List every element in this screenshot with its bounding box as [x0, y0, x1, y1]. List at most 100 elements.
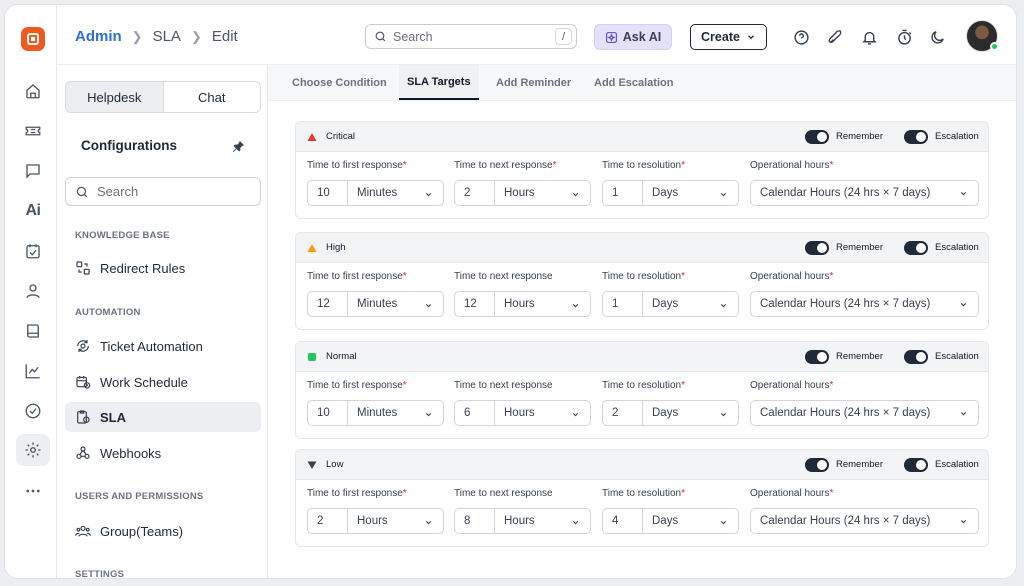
first-duration-control: 10 Minutes [307, 180, 444, 206]
check-circle-icon[interactable] [16, 395, 50, 427]
priority-fields: Time to first response* 10 Minutes Time to … [296, 152, 988, 218]
first-value-input[interactable]: 2 [308, 509, 348, 533]
resolution-unit-select[interactable]: Days [643, 401, 738, 425]
priority-low-icon [307, 461, 317, 469]
section-automation: AUTOMATION [75, 307, 141, 318]
remember-label: Remember [836, 351, 883, 362]
next-value-input[interactable]: 6 [455, 401, 495, 425]
global-search-input[interactable]: Search / [365, 24, 577, 49]
tab-add-escalation[interactable]: Add Escalation [594, 65, 673, 100]
remember-label: Remember [836, 242, 883, 253]
next-unit-select[interactable]: Hours [495, 401, 590, 425]
next-unit-select[interactable]: Hours [495, 292, 590, 316]
app-logo[interactable] [21, 27, 45, 51]
breadcrumb-sla[interactable]: SLA [153, 28, 181, 45]
first-unit-select[interactable]: Minutes [348, 292, 443, 316]
breadcrumb-edit: Edit [211, 28, 238, 45]
escalation-toggle[interactable] [904, 130, 928, 144]
book-icon[interactable] [16, 315, 50, 347]
escalation-toggle[interactable] [904, 241, 928, 255]
priority-fields: Time to first response* 2 Hours Time to nex… [296, 480, 988, 546]
top-bar: Admin ❯ SLA ❯ Edit Search / Ask AI Creat… [57, 5, 1016, 65]
resolution-value-input[interactable]: 1 [603, 292, 643, 316]
first-unit-select[interactable]: Hours [348, 509, 443, 533]
sidebar-item-work-schedule[interactable]: Work Schedule [65, 367, 261, 397]
home-icon[interactable] [16, 75, 50, 107]
resolution-unit-select[interactable]: Days [643, 509, 738, 533]
resolution-duration-control: 1 Days [602, 291, 739, 317]
user-icon[interactable] [16, 275, 50, 307]
resolution-unit-select[interactable]: Days [643, 181, 738, 205]
rocket-icon[interactable] [826, 28, 844, 46]
sidebar-item-webhooks[interactable]: Webhooks [65, 438, 261, 468]
sidebar-item-label: Redirect Rules [100, 260, 186, 276]
field-label-next: Time to next response [454, 271, 553, 282]
chevron-right-icon: ❯ [190, 28, 202, 44]
next-unit-select[interactable]: Hours [495, 181, 590, 205]
users-icon [75, 525, 91, 537]
timer-icon[interactable] [895, 28, 913, 46]
task-icon[interactable] [16, 235, 50, 267]
remember-toggle[interactable] [805, 458, 829, 472]
remember-toggle[interactable] [805, 130, 829, 144]
field-label-resolution: Time to resolution* [602, 271, 686, 282]
analytics-icon[interactable] [16, 355, 50, 387]
online-status-dot [990, 42, 999, 51]
next-unit-select[interactable]: Hours [495, 509, 590, 533]
tab-add-reminder[interactable]: Add Reminder [496, 65, 571, 100]
field-label-first: Time to first response* [307, 271, 407, 282]
next-value-input[interactable]: 8 [455, 509, 495, 533]
sidebar-item-redirect-rules[interactable]: Redirect Rules [65, 253, 261, 283]
tab-choose-condition[interactable]: Choose Condition [292, 65, 387, 100]
sidebar-item-label: Ticket Automation [100, 338, 203, 354]
sidebar-item-sla[interactable]: SLA [65, 402, 261, 432]
ai-icon[interactable]: Ai [16, 195, 50, 227]
settings-gear-icon[interactable] [16, 434, 50, 466]
more-icon[interactable] [16, 475, 50, 507]
next-value-input[interactable]: 12 [455, 292, 495, 316]
first-value-input[interactable]: 12 [308, 292, 348, 316]
remember-toggle[interactable] [805, 241, 829, 255]
segment-chat[interactable]: Chat [164, 82, 261, 112]
first-unit-select[interactable]: Minutes [348, 181, 443, 205]
chevron-down-icon [960, 191, 967, 196]
sidebar-item-ticket-automation[interactable]: Ticket Automation [65, 331, 261, 361]
pin-icon[interactable] [231, 139, 246, 159]
first-value-input[interactable]: 10 [308, 181, 348, 205]
operational-hours-select[interactable]: Calendar Hours (24 hrs × 7 days) [750, 400, 979, 426]
escalation-toggle[interactable] [904, 458, 928, 472]
operational-hours-select[interactable]: Calendar Hours (24 hrs × 7 days) [750, 180, 979, 206]
chat-icon[interactable] [16, 155, 50, 187]
help-icon[interactable] [792, 28, 810, 46]
field-label-first: Time to first response* [307, 488, 407, 499]
chevron-down-icon [960, 519, 967, 524]
ticket-icon[interactable] [16, 115, 50, 147]
first-unit-select[interactable]: Minutes [348, 401, 443, 425]
escalation-toggle[interactable] [904, 350, 928, 364]
tab-sla-targets[interactable]: SLA Targets [399, 65, 479, 100]
bell-icon[interactable] [860, 28, 878, 46]
first-value-input[interactable]: 10 [308, 401, 348, 425]
chevron-down-icon [720, 303, 727, 308]
chevron-down-icon [425, 520, 432, 525]
breadcrumb-admin[interactable]: Admin [75, 28, 122, 45]
field-label-first: Time to first response* [307, 380, 407, 391]
segment-helpdesk[interactable]: Helpdesk [66, 82, 164, 112]
next-value-input[interactable]: 2 [455, 181, 495, 205]
field-label-resolution: Time to resolution* [602, 488, 686, 499]
escalation-label: Escalation [935, 459, 979, 470]
remember-toggle[interactable] [805, 350, 829, 364]
operational-hours-select[interactable]: Calendar Hours (24 hrs × 7 days) [750, 291, 979, 317]
resolution-unit-select[interactable]: Days [643, 292, 738, 316]
create-button[interactable]: Create [690, 24, 767, 50]
operational-hours-select[interactable]: Calendar Hours (24 hrs × 7 days) [750, 508, 979, 534]
remember-label: Remember [836, 131, 883, 142]
resolution-value-input[interactable]: 4 [603, 509, 643, 533]
avatar[interactable] [966, 20, 999, 52]
ask-ai-button[interactable]: Ask AI [594, 24, 672, 50]
resolution-value-input[interactable]: 1 [603, 181, 643, 205]
moon-icon[interactable] [928, 28, 946, 46]
sidebar-search-input[interactable]: Search [65, 177, 261, 206]
sidebar-item-group-teams[interactable]: Group(Teams) [65, 516, 261, 546]
resolution-value-input[interactable]: 2 [603, 401, 643, 425]
